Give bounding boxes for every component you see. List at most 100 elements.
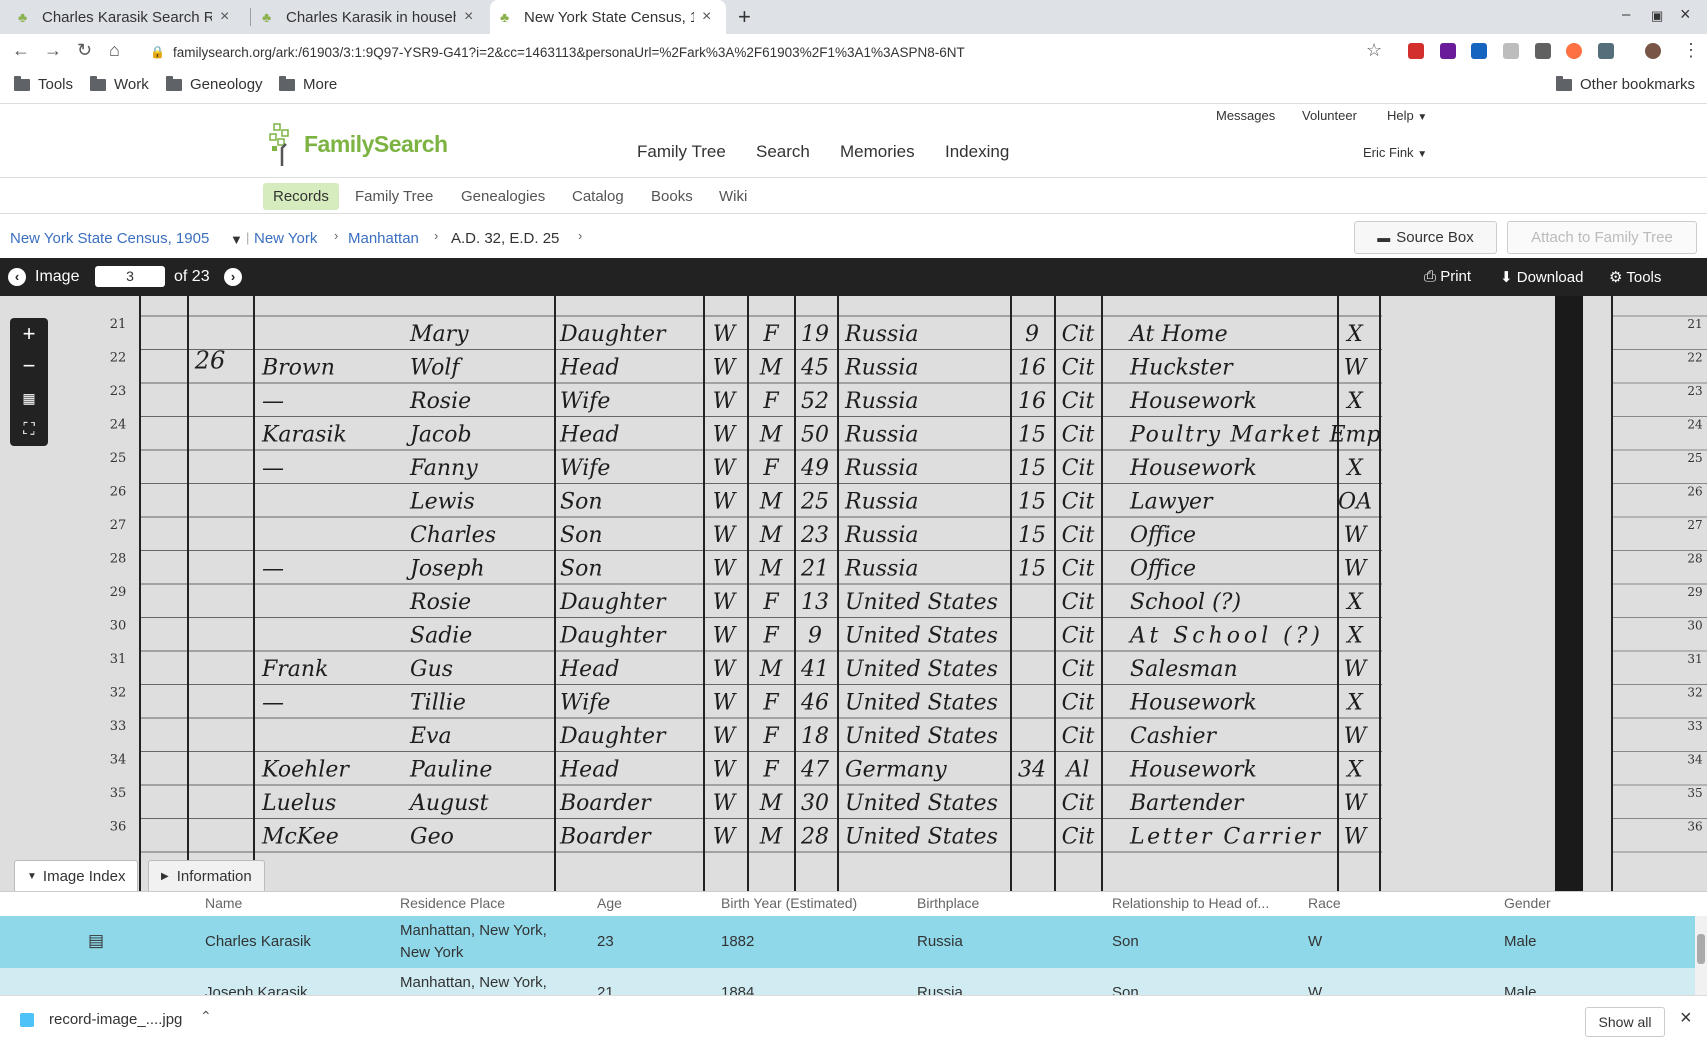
browser-tab[interactable]: ♣ Charles Karasik in househo × <box>252 0 492 34</box>
close-icon[interactable]: × <box>464 8 473 26</box>
table-row-selected[interactable]: ▤ Charles Karasik Manhattan, New York, N… <box>0 916 1695 968</box>
column-header[interactable]: Race <box>1308 895 1341 911</box>
bookmark-folder[interactable]: More <box>279 75 337 93</box>
maximize-icon[interactable]: ▣ <box>1651 8 1663 24</box>
census-image[interactable]: 21 21 22 22 23 23 24 24 25 25 26 26 27 27 28 28 29 29 30 30… <box>0 296 1707 891</box>
close-icon[interactable]: × <box>1680 1007 1692 1030</box>
scrollbar-thumb[interactable] <box>1697 934 1705 964</box>
volunteer-link[interactable]: Volunteer <box>1302 108 1357 123</box>
help-menu[interactable]: Help ▼ <box>1387 108 1427 123</box>
familysearch-logo[interactable]: FamilySearch <box>268 122 448 166</box>
subnav-wiki[interactable]: Wiki <box>709 183 757 210</box>
close-icon[interactable]: × <box>702 8 711 26</box>
bookmark-folder[interactable]: Work <box>90 75 149 93</box>
back-icon[interactable]: ← <box>12 40 30 61</box>
census-entry: F <box>762 758 779 783</box>
table-row[interactable]: Joseph Karasik Manhattan, New York, 21 1… <box>0 968 1695 995</box>
census-entry: Cit <box>1062 624 1095 649</box>
census-entry: Cit <box>1062 356 1095 381</box>
census-entry: M <box>759 423 783 448</box>
new-tab-icon[interactable]: + <box>738 4 751 30</box>
census-entry: 15 <box>1018 523 1046 548</box>
nav-search[interactable]: Search <box>756 142 810 162</box>
download-button[interactable]: ⬇ Download <box>1500 268 1583 286</box>
column-header[interactable]: Relationship to Head of... <box>1112 895 1269 911</box>
extension-icon[interactable] <box>1408 43 1424 59</box>
column-header[interactable]: Name <box>205 895 242 911</box>
other-bookmarks[interactable]: Other bookmarks <box>1556 75 1695 93</box>
show-all-button[interactable]: Show all <box>1585 1007 1665 1037</box>
census-entry: 47 <box>800 758 829 783</box>
url-field[interactable]: 🔒 familysearch.org/ark:/61903/3:1:9Q97-Y… <box>150 39 1390 65</box>
grid-view-icon[interactable]: ▦ <box>10 382 48 414</box>
column-header[interactable]: Birth Year (Estimated) <box>721 895 857 911</box>
reload-icon[interactable]: ↻ <box>77 40 92 61</box>
close-window-icon[interactable]: × <box>1680 4 1691 25</box>
source-box-button[interactable]: ▬ Source Box <box>1354 221 1497 254</box>
tab-information[interactable]: ▶ Information <box>148 860 265 892</box>
attach-to-tree-button[interactable]: Attach to Family Tree <box>1507 221 1697 254</box>
column-header[interactable]: Birthplace <box>917 895 979 911</box>
census-entry: F <box>762 624 779 649</box>
tab-image-index[interactable]: ▼ Image Index <box>14 860 139 892</box>
image-number-input[interactable]: 3 <box>95 266 165 287</box>
census-entry: Cit <box>1062 590 1095 615</box>
subnav-records[interactable]: Records <box>263 183 339 210</box>
zoom-out-icon[interactable]: − <box>10 350 48 382</box>
line-number: 27 <box>1687 518 1702 532</box>
census-entry: M <box>759 825 783 850</box>
extension-icon[interactable] <box>1471 43 1487 59</box>
extension-icon[interactable] <box>1503 43 1519 59</box>
caret-down-icon[interactable]: ▼ <box>230 232 243 247</box>
breadcrumb-collection[interactable]: New York State Census, 1905 <box>10 230 209 247</box>
extension-icon[interactable] <box>1598 43 1614 59</box>
census-entry: X <box>1345 590 1364 615</box>
breadcrumb-state[interactable]: New York <box>254 230 317 247</box>
profile-avatar[interactable] <box>1645 43 1661 59</box>
nav-memories[interactable]: Memories <box>840 142 915 162</box>
previous-image-icon[interactable]: ‹ <box>8 268 26 286</box>
census-entry: Pauline <box>409 758 492 783</box>
record-icon[interactable]: ▤ <box>88 930 104 952</box>
minimize-icon[interactable]: – <box>1622 6 1630 23</box>
subnav-books[interactable]: Books <box>641 183 703 210</box>
census-entry: Poultry Market <box>1129 423 1320 448</box>
print-button[interactable]: ⎙ Print <box>1424 268 1471 285</box>
menu-dots-icon[interactable]: ⋮ <box>1682 40 1700 61</box>
census-entry: W <box>713 724 738 749</box>
column-header[interactable]: Gender <box>1504 895 1551 911</box>
index-scrollbar[interactable] <box>1695 916 1707 995</box>
column-header[interactable]: Residence Place <box>400 895 505 911</box>
breadcrumb-county[interactable]: Manhattan <box>348 230 419 247</box>
extension-icon[interactable] <box>1440 43 1456 59</box>
extension-icon[interactable] <box>1535 43 1551 59</box>
bookmark-folder[interactable]: Geneology <box>166 75 263 93</box>
subnav-genealogies[interactable]: Genealogies <box>451 183 555 210</box>
nav-family-tree[interactable]: Family Tree <box>637 142 726 162</box>
extension-icon[interactable] <box>1566 43 1582 59</box>
zoom-in-icon[interactable]: + <box>10 318 48 350</box>
messages-link[interactable]: Messages <box>1216 108 1275 123</box>
star-icon[interactable]: ☆ <box>1366 40 1382 61</box>
nav-indexing[interactable]: Indexing <box>945 142 1009 162</box>
line-number: 34 <box>110 753 127 768</box>
forward-icon[interactable]: → <box>44 40 62 61</box>
user-menu[interactable]: Eric Fink ▼ <box>1363 145 1427 160</box>
close-icon[interactable]: × <box>220 8 229 26</box>
download-filename[interactable]: record-image_....jpg <box>49 1011 182 1028</box>
browser-tab-active[interactable]: ♣ New York State Census, 19 × <box>490 0 726 34</box>
next-image-icon[interactable]: › <box>224 268 242 286</box>
census-entry: 13 <box>801 590 829 615</box>
home-icon[interactable]: ⌂ <box>109 40 120 61</box>
fullscreen-icon[interactable]: ⛶ <box>10 414 48 446</box>
census-entry: 15 <box>1018 456 1046 481</box>
browser-tab[interactable]: ♣ Charles Karasik Search Res × <box>8 0 248 34</box>
chevron-up-icon[interactable]: ⌃ <box>200 1008 212 1025</box>
column-header[interactable]: Age <box>597 895 622 911</box>
tools-button[interactable]: ⚙ Tools <box>1609 268 1661 286</box>
subnav-family-tree[interactable]: Family Tree <box>345 183 443 210</box>
bookmark-folder[interactable]: Tools <box>14 75 73 93</box>
census-entry: 28 <box>800 825 829 850</box>
cell-race: W <box>1308 984 1323 995</box>
subnav-catalog[interactable]: Catalog <box>562 183 634 210</box>
